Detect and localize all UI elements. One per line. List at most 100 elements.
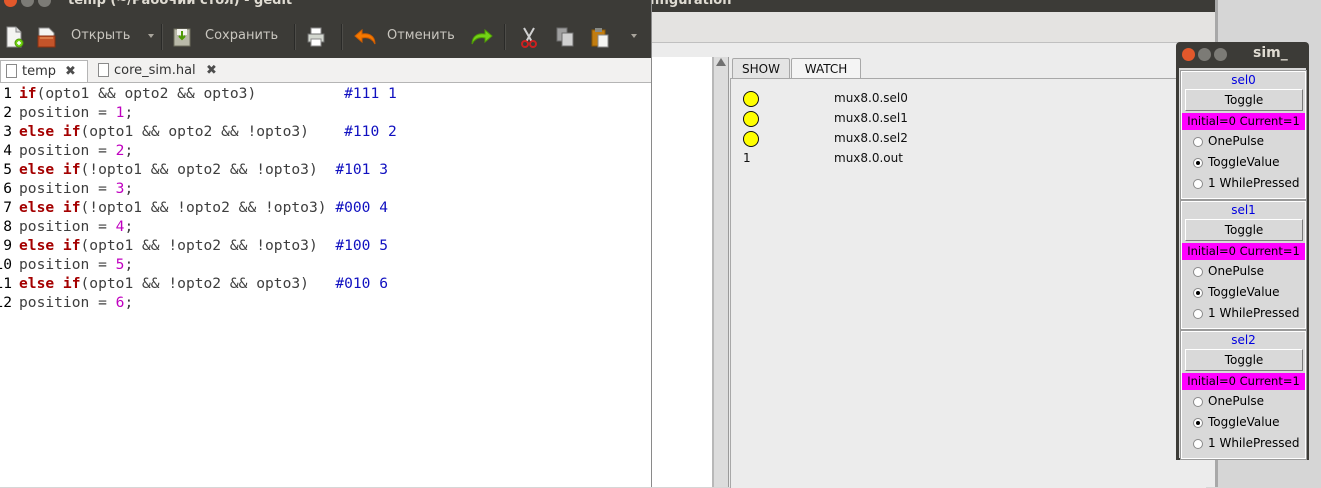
code-body: (opto1 && !opto2 && opto3) bbox=[80, 275, 336, 292]
close-window-icon[interactable] bbox=[1182, 48, 1195, 61]
sim-body: sel0 Toggle Initial=0 Current=1 OnePulse Tog… bbox=[1179, 68, 1307, 460]
tab-watch[interactable]: WATCH bbox=[791, 58, 861, 80]
radio-icon[interactable] bbox=[1193, 418, 1203, 428]
radio-icon[interactable] bbox=[1193, 439, 1203, 449]
code-tail: ; bbox=[124, 256, 134, 273]
open-recent-dropdown-icon[interactable] bbox=[148, 34, 154, 38]
tab-core-sim-hal[interactable]: core_sim.hal ✖ bbox=[90, 60, 230, 81]
open-button[interactable]: Открыть bbox=[71, 12, 130, 58]
mode-radio[interactable]: OnePulse bbox=[1193, 393, 1303, 411]
gedit-titlebar[interactable]: temp (~/Рабочий стол) - gedit bbox=[0, 0, 651, 12]
mode-radio[interactable]: OnePulse bbox=[1193, 133, 1303, 151]
status-label: Initial=0 Current=1 bbox=[1182, 113, 1305, 130]
close-window-icon[interactable] bbox=[4, 0, 17, 7]
line-number: 5 bbox=[3, 161, 12, 178]
line-number: 7 bbox=[3, 199, 12, 216]
watch-panel: mux8.0.sel0 mux8.0.sel1 mux8.0.sel2 1 mu… bbox=[730, 78, 1206, 488]
save-icon[interactable] bbox=[172, 26, 192, 48]
watch-row: mux8.0.sel2 bbox=[731, 129, 1191, 149]
gedit-window: temp (~/Рабочий стол) - gedit Открыть Со… bbox=[0, 0, 652, 487]
mode-radio[interactable]: OnePulse bbox=[1193, 263, 1303, 281]
mode-radio[interactable]: 1 WhilePressed bbox=[1193, 175, 1303, 193]
hal-window-titlebar[interactable]: nfiguration bbox=[650, 0, 1216, 12]
radio-label: ToggleValue bbox=[1208, 155, 1280, 169]
document-icon bbox=[6, 64, 17, 78]
undo-icon[interactable] bbox=[353, 26, 379, 48]
watch-row: mux8.0.sel1 bbox=[731, 109, 1191, 129]
tab-label: temp bbox=[22, 64, 57, 79]
keyword: else if bbox=[19, 275, 81, 292]
mode-radio[interactable]: ToggleValue bbox=[1193, 414, 1303, 432]
code-body: position = bbox=[19, 256, 116, 273]
line-number: 4 bbox=[3, 142, 12, 159]
scissors-icon[interactable] bbox=[519, 26, 539, 48]
toggle-button[interactable]: Toggle bbox=[1185, 219, 1303, 241]
toggle-button[interactable]: Toggle bbox=[1185, 349, 1303, 371]
radio-icon[interactable] bbox=[1193, 179, 1203, 189]
sim-group-sel0: sel0 Toggle Initial=0 Current=1 OnePulse Tog… bbox=[1180, 70, 1307, 200]
code-body: (opto1 && opto2 && opto3) bbox=[36, 85, 345, 102]
radio-icon[interactable] bbox=[1193, 309, 1203, 319]
radio-label: OnePulse bbox=[1208, 264, 1265, 278]
scroll-up-icon[interactable] bbox=[716, 58, 726, 66]
keyword: else if bbox=[19, 161, 81, 178]
print-icon[interactable] bbox=[306, 26, 326, 48]
maximize-window-icon[interactable] bbox=[38, 0, 51, 7]
radio-icon[interactable] bbox=[1193, 158, 1203, 168]
code-tail: ; bbox=[124, 180, 134, 197]
code-editor[interactable]: 1 if(opto1 && opto2 && opto3) #111 1 2 posi… bbox=[0, 84, 651, 487]
radio-icon[interactable] bbox=[1193, 267, 1203, 277]
keyword: else if bbox=[19, 199, 81, 216]
keyword: else if bbox=[19, 237, 81, 254]
hal-tree-scrollbar[interactable] bbox=[713, 57, 729, 487]
open-document-icon[interactable] bbox=[37, 26, 57, 48]
watch-pin-name: mux8.0.sel0 bbox=[834, 91, 908, 105]
gedit-window-title: temp (~/Рабочий стол) - gedit bbox=[68, 0, 293, 8]
minimize-window-icon[interactable] bbox=[21, 0, 34, 7]
copy-icon[interactable] bbox=[555, 26, 575, 48]
mode-radio[interactable]: 1 WhilePressed bbox=[1193, 435, 1303, 453]
radio-icon[interactable] bbox=[1193, 137, 1203, 147]
new-document-icon[interactable] bbox=[4, 26, 24, 48]
mode-radio[interactable]: ToggleValue bbox=[1193, 284, 1303, 302]
maximize-window-icon[interactable] bbox=[1214, 48, 1227, 61]
save-button[interactable]: Сохранить bbox=[205, 12, 278, 58]
document-icon bbox=[98, 63, 109, 77]
group-title: sel1 bbox=[1231, 203, 1256, 217]
keyword: if bbox=[19, 85, 37, 102]
toolbar-separator bbox=[161, 24, 163, 50]
radio-label: ToggleValue bbox=[1208, 285, 1280, 299]
sim-group-sel2: sel2 Toggle Initial=0 Current=1 OnePulse Tog… bbox=[1180, 330, 1307, 460]
toolbar-overflow-icon[interactable] bbox=[631, 34, 637, 38]
code-text: else if(opto1 && !opto2 && opto3) #010 6 bbox=[19, 274, 388, 293]
radio-label: 1 WhilePressed bbox=[1208, 436, 1300, 450]
close-tab-icon[interactable]: ✖ bbox=[65, 61, 76, 82]
tab-show[interactable]: SHOW bbox=[732, 58, 790, 79]
tab-temp[interactable]: temp ✖ bbox=[0, 60, 88, 82]
mode-radio[interactable]: 1 WhilePressed bbox=[1193, 305, 1303, 323]
radio-icon[interactable] bbox=[1193, 288, 1203, 298]
code-body: position = bbox=[19, 180, 116, 197]
radio-label: OnePulse bbox=[1208, 134, 1265, 148]
watch-row: 1 mux8.0.out bbox=[731, 149, 1191, 169]
close-tab-icon[interactable]: ✖ bbox=[206, 60, 217, 81]
led-icon bbox=[743, 131, 759, 147]
mode-radio[interactable]: ToggleValue bbox=[1193, 154, 1303, 172]
radio-label: ToggleValue bbox=[1208, 415, 1280, 429]
radio-icon[interactable] bbox=[1193, 397, 1203, 407]
undo-button[interactable]: Отменить bbox=[387, 12, 455, 58]
toolbar-separator bbox=[504, 24, 506, 50]
toolbar-separator bbox=[294, 24, 296, 50]
sim-group-sel1: sel1 Toggle Initial=0 Current=1 OnePulse Tog… bbox=[1180, 200, 1307, 330]
redo-icon[interactable] bbox=[468, 26, 494, 48]
hal-tree-panel[interactable] bbox=[650, 57, 713, 487]
toggle-button[interactable]: Toggle bbox=[1185, 89, 1303, 111]
paste-icon[interactable] bbox=[590, 26, 610, 48]
group-title: sel0 bbox=[1231, 73, 1256, 87]
code-text: position = 2; bbox=[19, 141, 133, 160]
sim-titlebar[interactable]: sim_ bbox=[1176, 42, 1309, 68]
code-tail: ; bbox=[124, 104, 134, 121]
minimize-window-icon[interactable] bbox=[1198, 48, 1211, 61]
code-text: else if(!opto1 && !opto2 && !opto3) #000… bbox=[19, 198, 388, 217]
line-number: 1 bbox=[3, 85, 12, 102]
